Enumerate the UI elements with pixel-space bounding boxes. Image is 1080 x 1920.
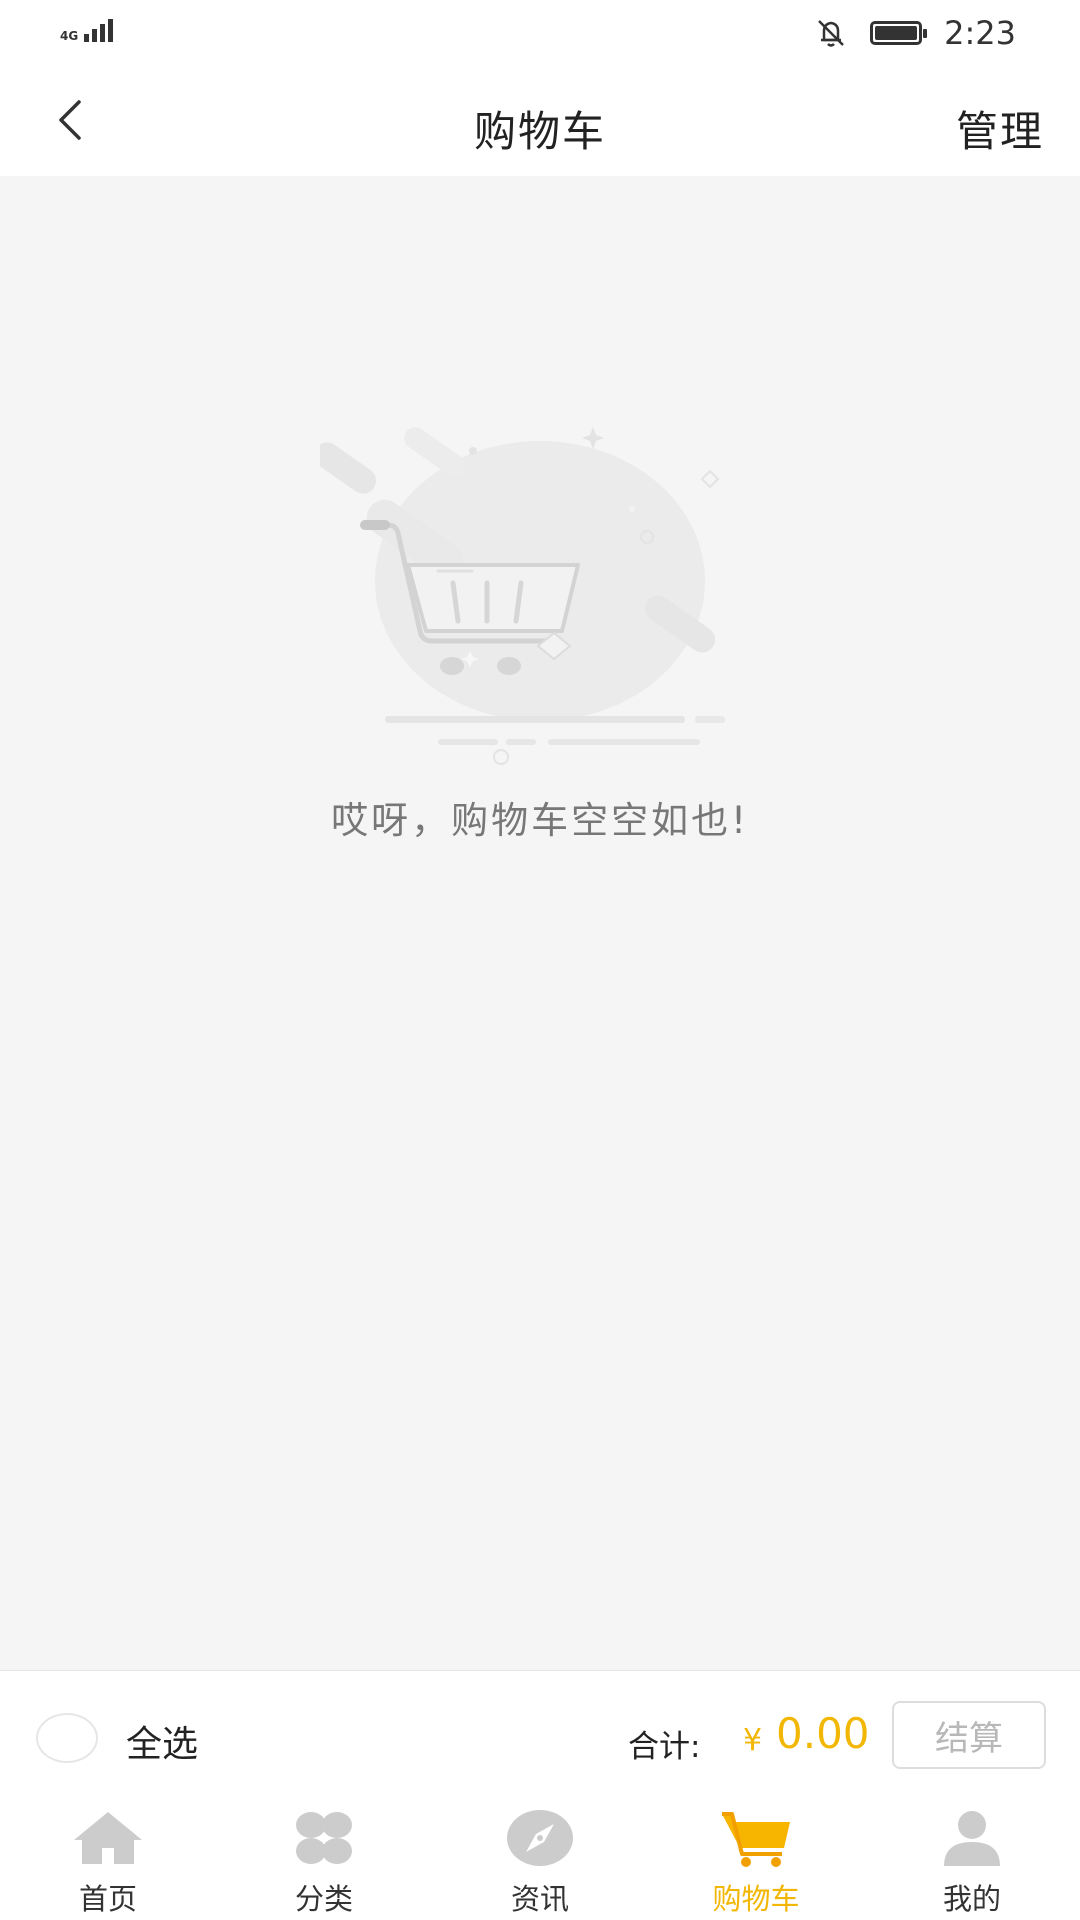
battery-icon xyxy=(870,21,928,45)
tab-category[interactable]: 分类 xyxy=(216,1800,432,1920)
tab-label: 资讯 xyxy=(510,1882,569,1916)
checkout-button[interactable]: 结算 xyxy=(892,1701,1046,1769)
compass-icon xyxy=(507,1810,573,1866)
tab-label: 购物车 xyxy=(712,1882,800,1916)
tab-label: 首页 xyxy=(78,1882,137,1916)
tab-cart[interactable]: 购物车 xyxy=(648,1800,864,1920)
total-label: 合计: xyxy=(628,1729,701,1765)
tab-home[interactable]: 首页 xyxy=(0,1800,216,1920)
network-status: 4G xyxy=(60,16,113,42)
home-icon xyxy=(74,1812,142,1864)
select-all-checkbox[interactable] xyxy=(36,1713,98,1763)
tab-label: 分类 xyxy=(294,1882,353,1916)
network-type: 4G xyxy=(60,29,79,43)
currency-symbol: ¥ xyxy=(743,1723,763,1758)
empty-cart-message: 哎呀，购物车空空如也! xyxy=(331,799,749,842)
tab-news[interactable]: 资讯 xyxy=(432,1800,648,1920)
cart-summary-bar: 全选 合计: ¥ 0.00 结算 xyxy=(0,1670,1080,1800)
empty-cart-icon xyxy=(320,427,725,765)
manage-button[interactable]: 管理 xyxy=(956,98,1044,159)
clock: 2:23 xyxy=(944,14,1016,52)
mute-bell-icon xyxy=(818,20,845,47)
cart-screen: 4G 2:23 购物车 管理 哎呀，购物车空空如也! 全选 合计: ¥ 0.00… xyxy=(0,0,1080,1920)
status-right: 2:23 xyxy=(814,14,1016,52)
category-icon xyxy=(296,1812,352,1864)
status-bar: 4G 2:23 xyxy=(0,0,1080,64)
battery-level xyxy=(875,26,918,40)
signal-icon xyxy=(84,16,113,42)
page-title: 购物车 xyxy=(473,107,606,156)
cart-icon xyxy=(722,1812,790,1867)
nav-header: 购物车 管理 xyxy=(0,64,1080,176)
tab-label: 我的 xyxy=(942,1882,1001,1916)
user-icon xyxy=(944,1811,1000,1866)
cart-content: 哎呀，购物车空空如也! xyxy=(0,176,1080,1670)
bottom-tab-bar: 首页 分类 资讯 购物车 我的 xyxy=(0,1800,1080,1920)
total-amount: 0.00 xyxy=(776,1709,870,1758)
tab-profile[interactable]: 我的 xyxy=(864,1800,1080,1920)
select-all-label[interactable]: 全选 xyxy=(126,1715,198,1767)
